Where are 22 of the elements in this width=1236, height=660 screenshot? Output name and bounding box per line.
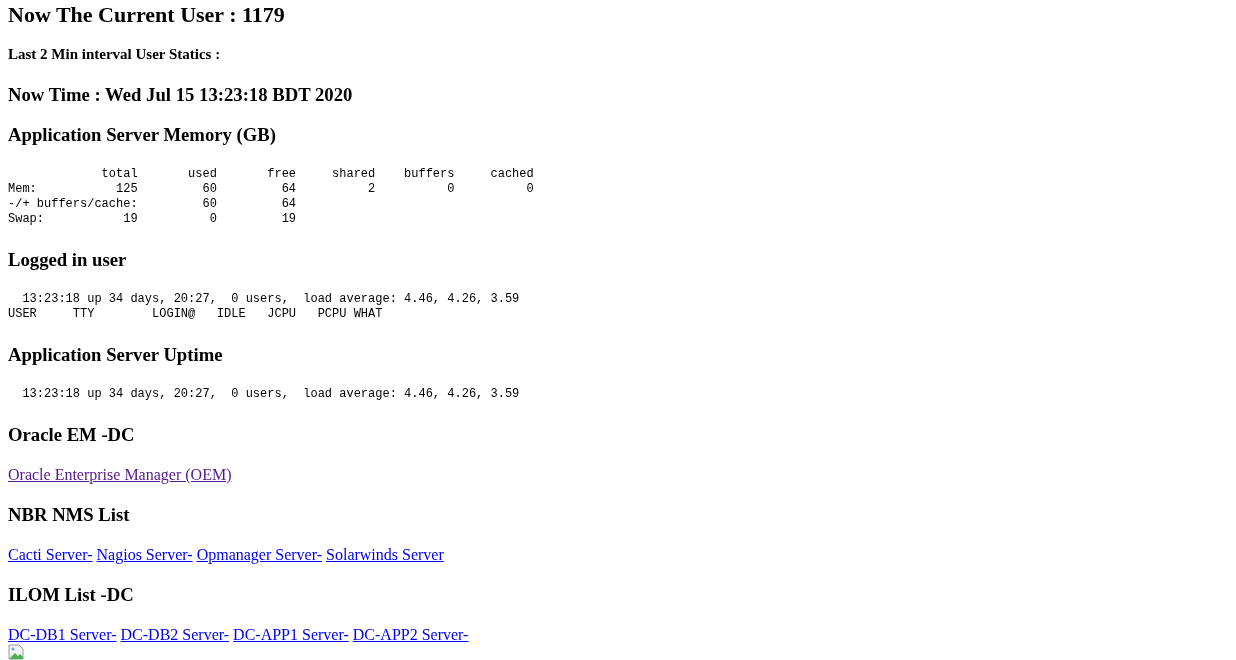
server-link[interactable]: DC-DB2 Server- <box>120 626 230 643</box>
server-link[interactable]: DC-APP1 Server- <box>233 626 349 643</box>
broken-image-icon <box>8 644 24 660</box>
section-heading: NBR NMS List <box>8 504 131 526</box>
server-link[interactable]: Cacti Server- <box>8 546 93 563</box>
command-output: total used free shared buffers cached Mem: 125 60 64 2 0 0 -/+ buffers/cache: 60 64 Swap: 19 0 19 <box>8 167 535 227</box>
current-time: Now Time : Wed Jul 15 13:23:18 BDT 2020 <box>8 84 354 106</box>
server-link[interactable]: DC-DB1 Server- <box>8 626 117 643</box>
section-heading: ILOM List -DC <box>8 584 135 606</box>
command-output: 13:23:18 up 34 days, 20:27, 0 users, load average: 4.46, 4.26, 3.59 <box>21 387 521 402</box>
page-title: Now The Current User : 1179 <box>8 2 286 28</box>
subtitle: Last 2 Min interval User Statics : <box>8 45 222 63</box>
server-link[interactable]: DC-APP2 Server- <box>352 626 469 643</box>
server-link[interactable]: Solarwinds Server <box>326 546 444 563</box>
server-link[interactable]: Opmanager Server- <box>196 546 323 563</box>
command-output: 13:23:18 up 34 days, 20:27, 0 users, load average: 4.46, 4.26, 3.59 USER TTY LOGIN@ IDLE JCPU PCPU WHAT <box>8 292 521 322</box>
section-heading: Application Server Uptime <box>8 344 224 366</box>
section-heading: Application Server Memory (GB) <box>8 124 277 146</box>
server-link[interactable]: Nagios Server- <box>96 546 193 563</box>
section-heading: Logged in user <box>8 249 128 271</box>
section-heading: Oracle EM -DC <box>8 424 136 446</box>
server-link[interactable]: Oracle Enterprise Manager (OEM) <box>8 466 232 483</box>
